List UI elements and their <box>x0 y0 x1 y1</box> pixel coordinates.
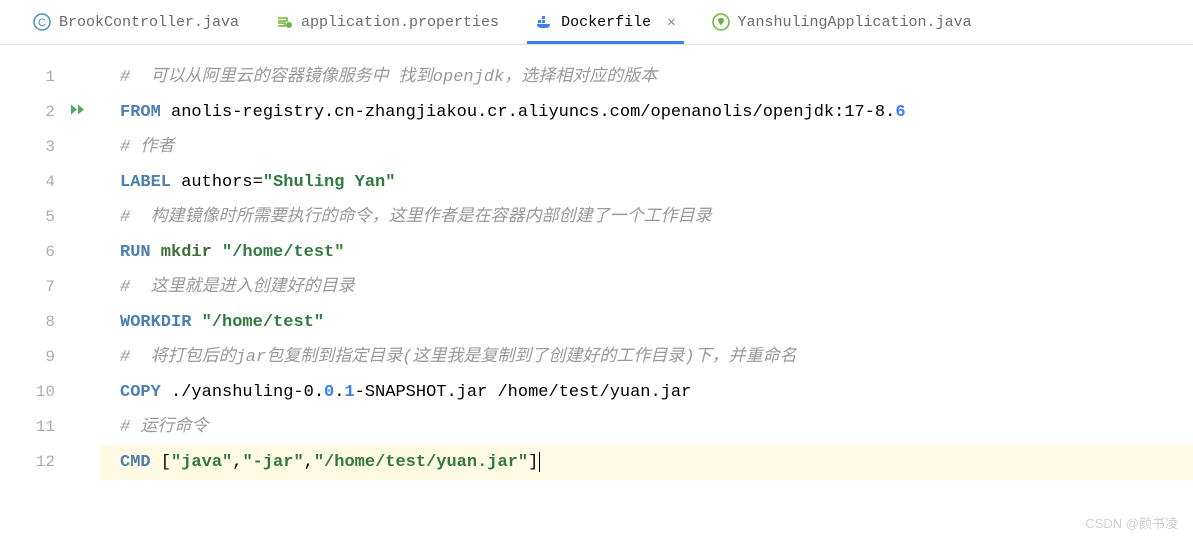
code-line-current: CMD ["java","-jar","/home/test/yuan.jar"… <box>100 445 1193 480</box>
svg-text:C: C <box>38 17 46 29</box>
tab-label: Dockerfile <box>561 14 651 31</box>
line-number: 1 <box>0 60 100 95</box>
line-number: 10 <box>0 375 100 410</box>
code-line: LABEL authors="Shuling Yan" <box>100 165 1193 200</box>
code-line: # 将打包后的jar包复制到指定目录(这里我是复制到了创建好的工作目录)下，并重… <box>100 340 1193 375</box>
line-number: 9 <box>0 340 100 375</box>
code-line: # 可以从阿里云的容器镜像服务中 找到openjdk，选择相对应的版本 <box>100 60 1193 95</box>
line-number: 2 <box>0 95 100 130</box>
code-line: FROM anolis-registry.cn-zhangjiakou.cr.a… <box>100 95 1193 130</box>
tabs-bar: C BrookController.java application.prope… <box>0 0 1193 45</box>
line-number: 3 <box>0 130 100 165</box>
code-line: # 运行命令 <box>100 410 1193 445</box>
docker-icon <box>535 13 553 31</box>
code-line: COPY ./yanshuling-0.0.1-SNAPSHOT.jar /ho… <box>100 375 1193 410</box>
editor: 1 2 3 4 5 6 7 8 9 10 11 12 # 可以从阿里云的容器镜像… <box>0 45 1193 537</box>
text-cursor <box>539 452 540 472</box>
code-line: RUN mkdir "/home/test" <box>100 235 1193 270</box>
spring-config-icon <box>275 13 293 31</box>
line-number: 11 <box>0 410 100 445</box>
tab-app-properties[interactable]: application.properties <box>257 0 517 44</box>
tab-label: application.properties <box>301 14 499 31</box>
run-icon[interactable] <box>70 95 88 130</box>
code-line: # 作者 <box>100 130 1193 165</box>
spring-app-icon <box>712 13 730 31</box>
line-number: 5 <box>0 200 100 235</box>
line-number: 6 <box>0 235 100 270</box>
tab-brook-controller[interactable]: C BrookController.java <box>15 0 257 44</box>
code-line: # 这里就是进入创建好的目录 <box>100 270 1193 305</box>
tab-dockerfile[interactable]: Dockerfile ✕ <box>517 0 693 44</box>
line-number: 8 <box>0 305 100 340</box>
class-icon: C <box>33 13 51 31</box>
watermark: CSDN @颜书凌 <box>1085 513 1178 532</box>
code-area[interactable]: # 可以从阿里云的容器镜像服务中 找到openjdk，选择相对应的版本 FROM… <box>100 45 1193 537</box>
line-number: 7 <box>0 270 100 305</box>
line-number: 12 <box>0 445 100 480</box>
line-number: 4 <box>0 165 100 200</box>
tab-yanshuling-app[interactable]: YanshulingApplication.java <box>694 0 990 44</box>
code-line: WORKDIR "/home/test" <box>100 305 1193 340</box>
close-icon[interactable]: ✕ <box>667 14 675 31</box>
code-line: # 构建镜像时所需要执行的命令，这里作者是在容器内部创建了一个工作目录 <box>100 200 1193 235</box>
gutter: 1 2 3 4 5 6 7 8 9 10 11 12 <box>0 45 100 537</box>
tab-label: YanshulingApplication.java <box>738 14 972 31</box>
tab-label: BrookController.java <box>59 14 239 31</box>
